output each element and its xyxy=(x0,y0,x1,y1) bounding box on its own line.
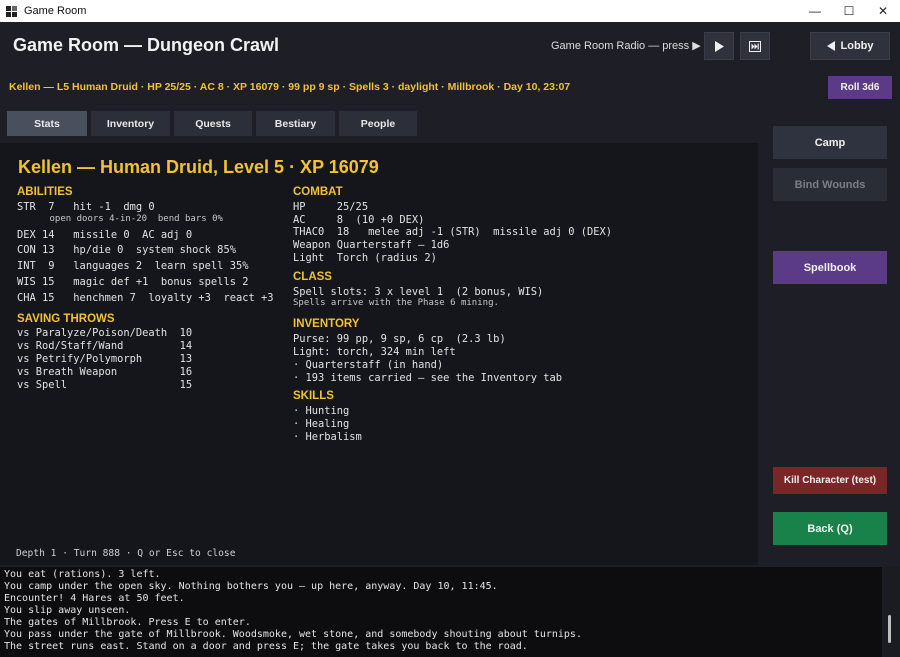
tab-bar: Stats Inventory Quests Bestiary People xyxy=(7,111,417,136)
log-scrollbar[interactable] xyxy=(884,567,900,657)
window-title: Game Room xyxy=(24,5,87,17)
roll-3d6-button[interactable]: Roll 3d6 xyxy=(828,76,892,99)
class-heading: CLASS xyxy=(293,270,332,283)
log-line: You slip away unseen. xyxy=(4,605,131,616)
tab-quests[interactable]: Quests xyxy=(174,111,252,136)
save-row: vs Petrify/Polymorph 13 xyxy=(17,352,193,365)
camp-button[interactable]: Camp xyxy=(773,126,887,159)
skip-next-icon xyxy=(749,40,761,52)
log-line: The street runs east. Stand on a door an… xyxy=(4,641,528,652)
window-titlebar: Game Room — ☐ ✕ xyxy=(0,0,900,22)
tab-stats[interactable]: Stats xyxy=(7,111,87,136)
lobby-label: Lobby xyxy=(840,40,874,52)
spellbook-button[interactable]: Spellbook xyxy=(773,251,887,284)
combat-hp: HP 25/25 xyxy=(293,200,369,213)
combat-weapon: Weapon Quarterstaff — 1d6 xyxy=(293,239,450,252)
skill-item: · Healing xyxy=(293,417,350,430)
log-line: You camp under the open sky. Nothing bot… xyxy=(4,581,498,592)
inventory-item: · 193 items carried — see the Inventory … xyxy=(293,371,562,384)
ability-cha: CHA 15 henchmen 7 loyalty +3 react +3 xyxy=(17,291,274,304)
back-arrow-icon xyxy=(826,41,835,51)
radio-play-button[interactable] xyxy=(704,32,734,60)
inventory-light: Light: torch, 324 min left xyxy=(293,345,456,358)
character-sheet-panel: Kellen — Human Druid, Level 5 · XP 16079… xyxy=(0,143,758,565)
sheet-title: Kellen — Human Druid, Level 5 · XP 16079 xyxy=(18,157,379,177)
minimize-icon[interactable]: — xyxy=(798,0,832,22)
saving-throws-heading: SAVING THROWS xyxy=(17,312,115,325)
combat-thac0: THAC0 18 melee adj -1 (STR) missile adj … xyxy=(293,226,613,239)
tab-inventory[interactable]: Inventory xyxy=(91,111,170,136)
skill-item: · Herbalism xyxy=(293,430,362,443)
back-button[interactable]: Back (Q) xyxy=(773,512,887,545)
ability-dex: DEX 14 missile 0 AC adj 0 xyxy=(17,228,193,241)
tab-people[interactable]: People xyxy=(339,111,417,136)
ability-str-detail: open doors 4-in-20 bend bars 0% xyxy=(17,213,223,224)
ability-con: CON 13 hp/die 0 system shock 85% xyxy=(17,244,236,257)
scrollbar-thumb[interactable] xyxy=(888,615,891,643)
save-row: vs Spell 15 xyxy=(17,378,193,391)
log-line: Encounter! 4 Hares at 50 feet. xyxy=(4,593,185,604)
ability-wis: WIS 15 magic def +1 bonus spells 2 xyxy=(17,275,249,288)
combat-light: Light Torch (radius 2) xyxy=(293,251,437,264)
bind-wounds-button[interactable]: Bind Wounds xyxy=(773,168,887,201)
combat-heading: COMBAT xyxy=(293,186,343,198)
radio-skip-button[interactable] xyxy=(740,32,770,60)
play-icon xyxy=(715,40,724,52)
status-line: Kellen — L5 Human Druid · HP 25/25 · AC … xyxy=(9,81,571,93)
inventory-purse: Purse: 99 pp, 9 sp, 6 cp (2.3 lb) xyxy=(293,333,506,346)
skill-item: · Hunting xyxy=(293,405,350,418)
close-icon[interactable]: ✕ xyxy=(866,0,900,22)
message-log[interactable]: You eat (rations). 3 left. You camp unde… xyxy=(0,567,882,657)
ability-str: STR 7 hit -1 dmg 0 xyxy=(17,200,155,213)
maximize-icon[interactable]: ☐ xyxy=(832,0,866,22)
app-icon xyxy=(6,5,17,17)
spell-slots: Spell slots: 3 x level 1 (2 bonus, WIS) xyxy=(293,285,544,298)
log-line: You pass under the gate of Millbrook. Wo… xyxy=(4,629,582,640)
save-row: vs Paralyze/Poison/Death 10 xyxy=(17,327,193,340)
kill-character-button[interactable]: Kill Character (test) xyxy=(773,467,887,494)
combat-ac: AC 8 (10 +0 DEX) xyxy=(293,213,425,226)
save-row: vs Rod/Staff/Wand 14 xyxy=(17,340,193,353)
tab-bestiary[interactable]: Bestiary xyxy=(256,111,335,136)
log-line: You eat (rations). 3 left. xyxy=(4,569,161,580)
inventory-heading: INVENTORY xyxy=(293,318,360,331)
inventory-item: · Quarterstaff (in hand) xyxy=(293,358,444,371)
depth-turn-hint: Depth 1 · Turn 888 · Q or Esc to close xyxy=(16,548,236,559)
left-column: ABILITIES STR 7 hit -1 dmg 0 open doors … xyxy=(17,186,287,391)
skills-heading: SKILLS xyxy=(293,390,334,403)
page-title: Game Room — Dungeon Crawl xyxy=(13,35,280,55)
lobby-button[interactable]: Lobby xyxy=(810,32,890,60)
class-note: Spells arrive with the Phase 6 mining. xyxy=(293,298,499,309)
abilities-heading: ABILITIES xyxy=(17,186,73,198)
right-column: COMBAT HP 25/25 AC 8 (10 +0 DEX) THAC0 1… xyxy=(293,186,733,444)
radio-label: Game Room Radio — press ▶ xyxy=(551,40,701,52)
save-row: vs Breath Weapon 16 xyxy=(17,365,193,378)
log-line: The gates of Millbrook. Press E to enter… xyxy=(4,617,251,628)
ability-int: INT 9 languages 2 learn spell 35% xyxy=(17,260,249,273)
